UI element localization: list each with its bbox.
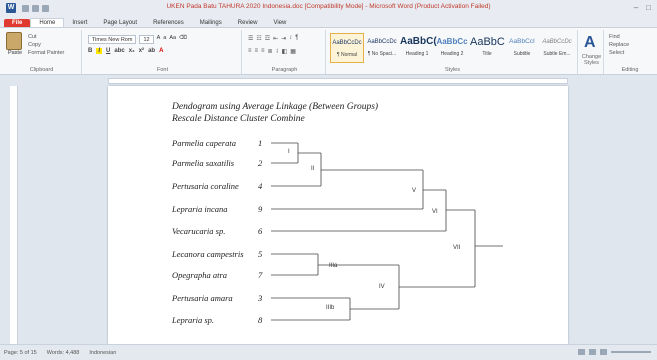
page-count[interactable]: Page: 5 of 15 [4,350,37,356]
web-layout-icon[interactable] [600,349,607,355]
cluster-label: VI [432,209,438,215]
status-bar: Page: 5 of 15 Words: 4,488 Indonesian [0,344,657,360]
zoom-slider[interactable] [611,351,651,353]
cluster-label: IIIa [329,263,338,269]
cluster-label: IV [379,284,385,290]
cluster-label: IIIb [326,305,335,311]
full-screen-icon[interactable] [589,349,596,355]
cluster-label: II [311,166,315,172]
cluster-label: VII [453,245,461,251]
cluster-label: I [288,149,290,155]
language-indicator[interactable]: Indonesian [89,350,116,356]
cluster-label: V [412,188,417,194]
word-count[interactable]: Words: 4,488 [47,350,80,356]
print-layout-icon[interactable] [578,349,585,355]
